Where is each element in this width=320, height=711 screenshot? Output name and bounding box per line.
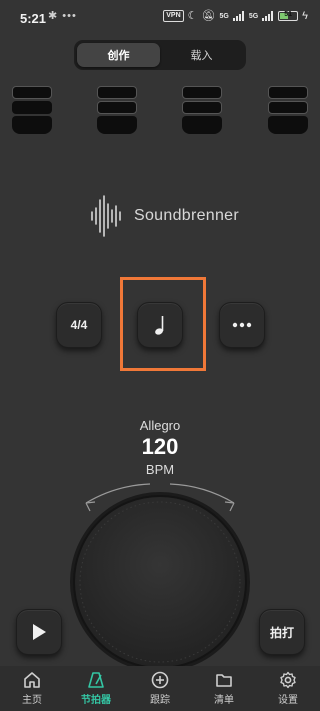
tab-create[interactable]: 创作 (77, 43, 160, 67)
metronome-icon (88, 672, 104, 688)
nav-label-track: 跟踪 (150, 695, 170, 706)
vpn-badge: VPN (163, 10, 184, 22)
status-bar: 5:21 ✱ ••• VPN ☾ 🔕︎ 5G 5G 51 ϟ (0, 0, 320, 34)
tempo-name: Allegro (139, 418, 181, 433)
tempo-dial[interactable] (73, 495, 247, 669)
beat-block-2[interactable] (97, 86, 137, 134)
signal-5g-label-2: 5G (248, 12, 259, 20)
more-dots-icon (232, 322, 252, 328)
home-icon (24, 672, 40, 688)
charging-icon: ϟ (302, 10, 308, 22)
notification-dots: ✱ ••• (48, 10, 77, 22)
battery-level: 51 (284, 11, 293, 18)
beat-block-1[interactable] (12, 86, 52, 134)
bottom-nav: 主页 节拍器 跟踪 清单 设置 (0, 666, 320, 711)
play-button[interactable] (16, 609, 62, 655)
nav-label-home: 主页 (22, 695, 42, 706)
nav-item-track[interactable]: 跟踪 (128, 671, 192, 706)
nav-item-settings[interactable]: 设置 (256, 671, 320, 706)
nav-item-list[interactable]: 清单 (192, 671, 256, 706)
beat-block-3[interactable] (182, 86, 222, 134)
beat-block-4[interactable] (268, 86, 308, 134)
tempo-bpm-value[interactable]: 120 (0, 434, 320, 460)
tap-tempo-label: 拍打 (269, 625, 294, 640)
mode-segmented-control: 创作 载入 (74, 40, 246, 70)
signal-5g-label: 5G (219, 12, 229, 20)
folder-icon (216, 674, 232, 687)
play-icon (33, 624, 46, 640)
brand-name: Soundbrenner (134, 207, 240, 224)
more-options-button[interactable] (219, 302, 265, 348)
time-signature-button[interactable]: 4/4 (56, 302, 102, 348)
nav-label-settings: 设置 (278, 695, 298, 706)
battery-icon: 51 (278, 11, 299, 21)
moon-icon: ☾ (187, 10, 198, 22)
tab-load[interactable]: 载入 (160, 43, 243, 67)
signal-bars-icon (232, 11, 244, 21)
brand-logo: Soundbrenner (90, 194, 239, 238)
status-time: 5:21 (20, 11, 47, 26)
nav-label-metronome: 节拍器 (81, 695, 111, 706)
plus-circle-icon (151, 671, 169, 689)
mute-icon: 🔕︎ (201, 10, 216, 22)
nav-item-metronome[interactable]: 节拍器 (64, 671, 128, 706)
nav-label-list: 清单 (214, 695, 234, 706)
tap-tempo-button[interactable]: 拍打 (259, 609, 305, 655)
soundwave-icon (91, 195, 121, 237)
gear-icon (280, 671, 296, 689)
nav-item-home[interactable]: 主页 (0, 671, 64, 706)
signal-bars-icon-2 (262, 11, 274, 21)
selection-highlight (120, 277, 206, 371)
time-signature-label: 4/4 (70, 318, 88, 332)
